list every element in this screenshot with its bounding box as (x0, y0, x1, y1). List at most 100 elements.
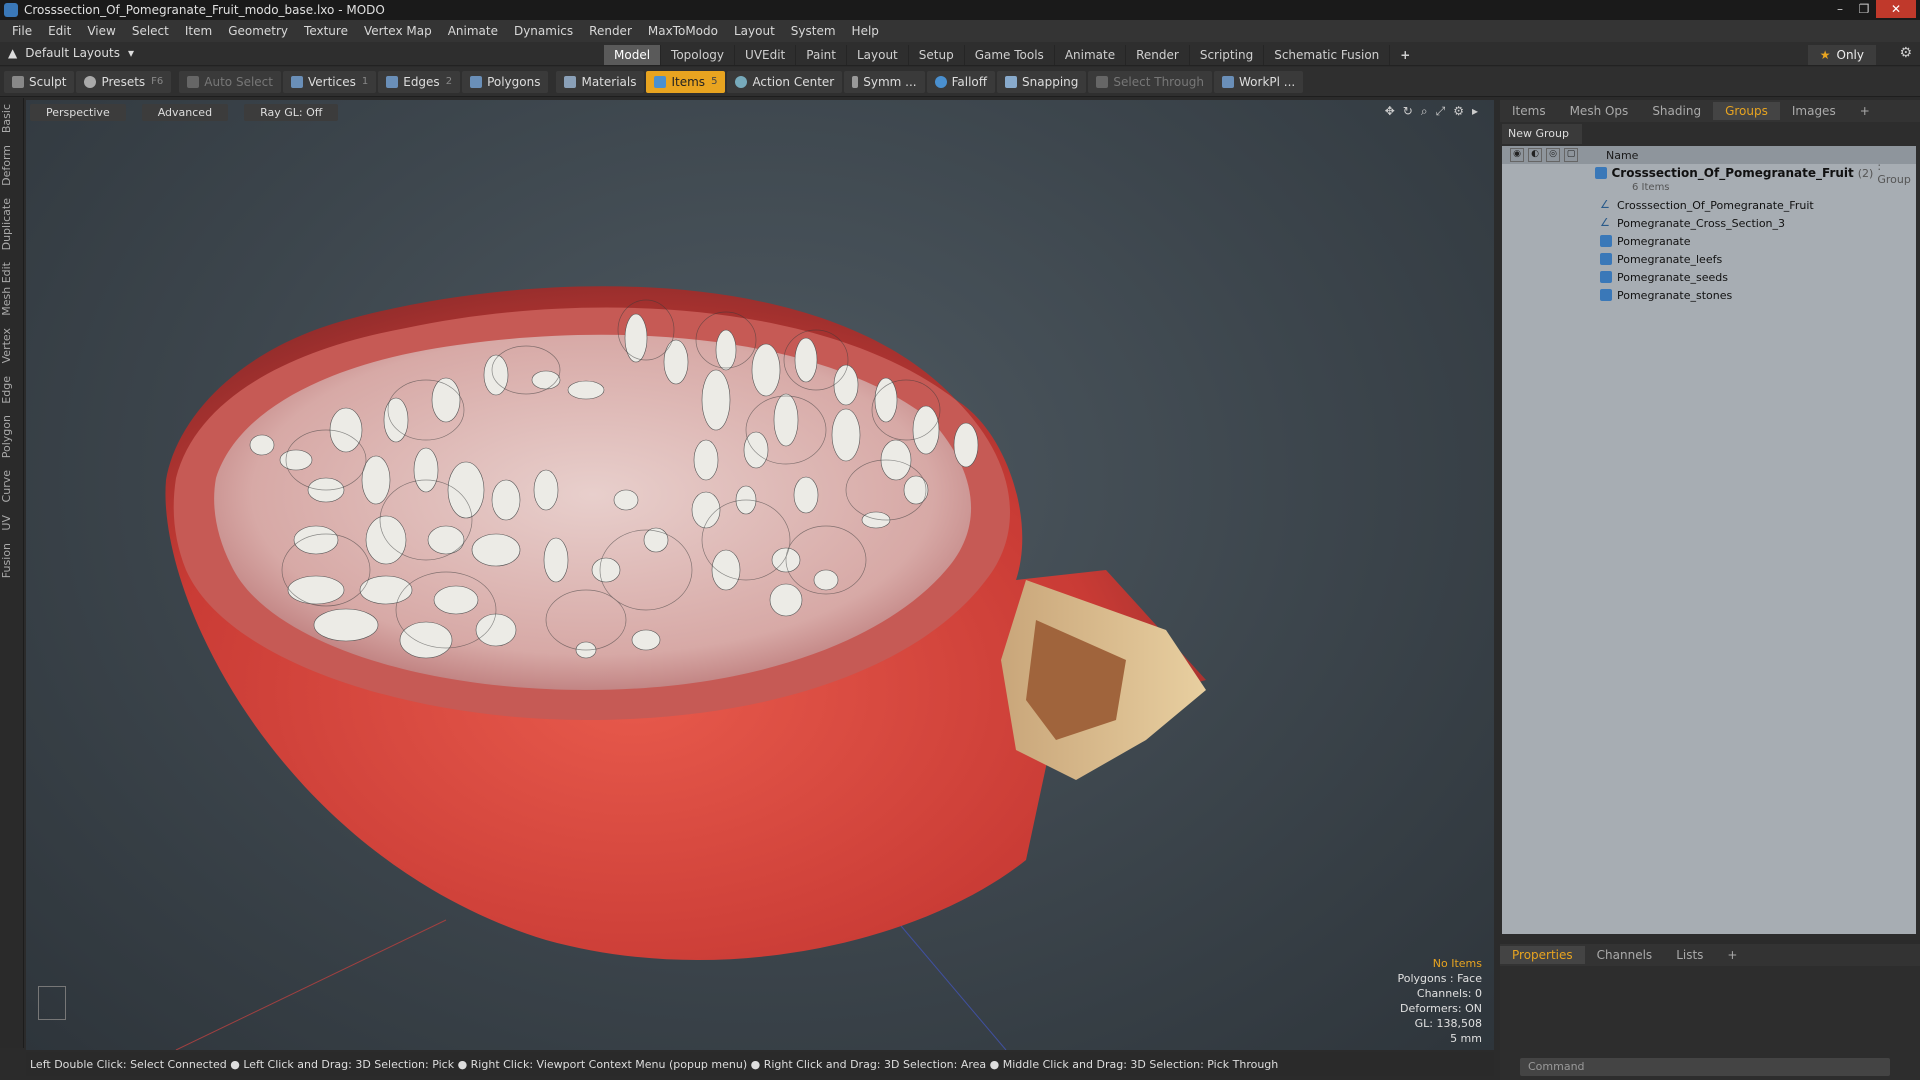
list-item[interactable]: Pomegranate_seeds (1502, 268, 1916, 286)
perspective-dropdown[interactable]: Perspective (30, 104, 126, 121)
action-center-button[interactable]: Action Center (727, 70, 843, 93)
snapping-button[interactable]: Snapping (997, 70, 1087, 93)
list-item[interactable]: Pomegranate (1502, 232, 1916, 250)
menu-layout[interactable]: Layout (726, 24, 783, 38)
viewport-expand-icon[interactable]: ▸ (1472, 104, 1478, 119)
add-panel-tab-button[interactable]: + (1848, 102, 1882, 120)
falloff-button[interactable]: Falloff (926, 70, 996, 93)
menu-system[interactable]: System (783, 24, 844, 38)
menu-edit[interactable]: Edit (40, 24, 79, 38)
command-input[interactable]: Command (1520, 1058, 1890, 1076)
menu-maxtomodo[interactable]: MaxToModo (640, 24, 726, 38)
rotate-icon[interactable]: ↻ (1403, 104, 1413, 119)
symmetry-button[interactable]: Symm ... (844, 70, 925, 93)
viewport-settings-icon[interactable]: ⚙ (1453, 104, 1464, 119)
menu-texture[interactable]: Texture (296, 24, 356, 38)
render-icon[interactable]: ◐ (1528, 148, 1542, 162)
list-item[interactable]: Pomegranate_stones (1502, 286, 1916, 304)
left-tab-duplicate[interactable]: Duplicate (0, 192, 22, 256)
menu-help[interactable]: Help (844, 24, 887, 38)
materials-label: Materials (581, 74, 637, 89)
gear-icon[interactable]: ⚙ (1899, 45, 1912, 61)
tab-scripting[interactable]: Scripting (1190, 45, 1265, 65)
snapping-icon (1005, 75, 1018, 88)
tab-images[interactable]: Images (1780, 102, 1848, 120)
materials-button[interactable]: Materials (556, 70, 645, 93)
left-tab-vertex[interactable]: Vertex (0, 322, 22, 369)
tab-setup[interactable]: Setup (909, 45, 965, 65)
default-layouts-dropdown[interactable]: ▲ Default Layouts ▾ (8, 46, 134, 60)
left-tab-deform[interactable]: Deform (0, 139, 22, 192)
auto-select-button[interactable]: Auto Select (179, 70, 281, 93)
group-type: : Group (1877, 160, 1911, 186)
add-properties-tab-button[interactable]: + (1715, 946, 1749, 964)
name-column-header[interactable]: Name (1600, 149, 1638, 162)
left-tab-edge[interactable]: Edge (0, 370, 22, 410)
select-icon[interactable]: ▢ (1564, 148, 1578, 162)
tab-topology[interactable]: Topology (661, 45, 736, 65)
restore-button[interactable]: ❐ (1852, 0, 1876, 18)
list-item[interactable]: Pomegranate_leefs (1502, 250, 1916, 268)
action-center-icon (735, 75, 748, 88)
edges-button[interactable]: Edges 2 (378, 70, 461, 93)
menu-render[interactable]: Render (581, 24, 640, 38)
tab-channels[interactable]: Channels (1585, 946, 1665, 964)
tab-layout[interactable]: Layout (847, 45, 909, 65)
tab-render[interactable]: Render (1126, 45, 1190, 65)
tab-shading[interactable]: Shading (1640, 102, 1713, 120)
auto-select-label: Auto Select (204, 74, 273, 89)
tab-paint[interactable]: Paint (796, 45, 847, 65)
tab-lists[interactable]: Lists (1664, 946, 1715, 964)
new-group-button[interactable]: New Group (1502, 124, 1582, 144)
menu-geometry[interactable]: Geometry (220, 24, 296, 38)
tab-groups[interactable]: Groups (1713, 102, 1780, 120)
presets-button[interactable]: Presets F6 (76, 70, 172, 93)
only-button[interactable]: ★ Only (1807, 45, 1876, 65)
left-tab-mesh-edit[interactable]: Mesh Edit (0, 256, 22, 322)
edges-shortcut: 2 (445, 76, 453, 87)
tab-items[interactable]: Items (1500, 102, 1558, 120)
vertices-button[interactable]: Vertices 1 (282, 70, 377, 93)
list-item[interactable]: ∠ Crosssection_Of_Pomegranate_Fruit (1502, 196, 1916, 214)
menu-dynamics[interactable]: Dynamics (506, 24, 581, 38)
tab-animate[interactable]: Animate (1055, 45, 1127, 65)
left-tab-fusion[interactable]: Fusion (0, 537, 22, 584)
zoom-icon[interactable]: ⌕ (1421, 104, 1428, 119)
menu-view[interactable]: View (79, 24, 123, 38)
raygl-toggle[interactable]: Ray GL: Off (244, 104, 339, 121)
3d-viewport[interactable]: Perspective Advanced Ray GL: Off ✥ ↻ ⌕ ⤢… (26, 100, 1494, 1050)
group-row[interactable]: Crosssection_Of_Pomegranate_Fruit (2) : … (1502, 160, 1916, 186)
default-layouts-label: Default Layouts (25, 46, 120, 60)
workplane-button[interactable]: WorkPl ... (1214, 70, 1304, 93)
vertices-shortcut: 1 (361, 76, 369, 87)
left-tab-basic[interactable]: Basic (0, 98, 22, 139)
tab-model[interactable]: Model (604, 45, 662, 65)
left-tab-polygon[interactable]: Polygon (0, 409, 22, 464)
add-tab-button[interactable]: + (1390, 45, 1420, 65)
tab-uvedit[interactable]: UVEdit (735, 45, 797, 65)
eye-icon[interactable]: ◉ (1510, 148, 1524, 162)
select-through-button[interactable]: Select Through (1088, 70, 1213, 93)
items-button[interactable]: Items 5 (646, 70, 726, 93)
layout-toggle-icon[interactable]: ▲ (8, 46, 17, 60)
menu-select[interactable]: Select (124, 24, 177, 38)
menu-animate[interactable]: Animate (440, 24, 506, 38)
left-tab-curve[interactable]: Curve (0, 464, 22, 508)
menu-file[interactable]: File (4, 24, 40, 38)
polygons-button[interactable]: Polygons (462, 70, 549, 93)
advanced-dropdown[interactable]: Advanced (141, 104, 229, 121)
sculpt-button[interactable]: Sculpt (4, 70, 75, 93)
tab-game-tools[interactable]: Game Tools (965, 45, 1055, 65)
pan-icon[interactable]: ✥ (1385, 104, 1395, 119)
menu-vertex-map[interactable]: Vertex Map (356, 24, 440, 38)
minimize-button[interactable]: – (1828, 0, 1852, 18)
tab-schematic-fusion[interactable]: Schematic Fusion (1264, 45, 1391, 65)
menu-item[interactable]: Item (177, 24, 220, 38)
left-tab-uv[interactable]: UV (0, 509, 22, 537)
tab-properties[interactable]: Properties (1500, 946, 1585, 964)
lock-icon[interactable]: ◎ (1546, 148, 1560, 162)
close-button[interactable]: ✕ (1876, 0, 1916, 18)
fit-icon[interactable]: ⤢ (1436, 104, 1446, 119)
tab-mesh-ops[interactable]: Mesh Ops (1558, 102, 1641, 120)
list-item[interactable]: ∠ Pomegranate_Cross_Section_3 (1502, 214, 1916, 232)
